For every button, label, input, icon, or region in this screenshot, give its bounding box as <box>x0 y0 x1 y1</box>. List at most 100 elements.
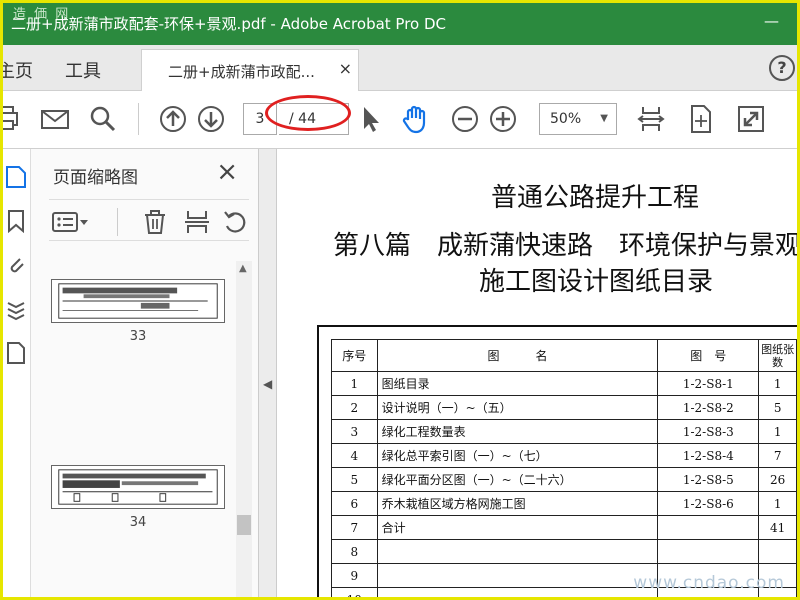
table-cell-count: 26 <box>758 467 797 492</box>
table-row: 7 合计 41 <box>331 515 797 540</box>
table-cell-no: 4 <box>331 443 378 468</box>
tab-tools[interactable]: 工具 <box>65 57 101 83</box>
zoom-in-icon[interactable] <box>487 103 519 135</box>
table-cell-code <box>657 515 760 540</box>
document-tab-label: 二册+成新蒲市政配... <box>168 63 315 81</box>
tab-home[interactable]: 主页 <box>3 57 33 83</box>
toolbar-divider <box>138 103 139 135</box>
annotation-ellipse <box>265 95 351 131</box>
table-cell-no: 5 <box>331 467 378 492</box>
table-cell-name: 设计说明（一）~（五） <box>376 395 659 420</box>
rotate-icon[interactable] <box>221 208 249 236</box>
table-row: 1 图纸目录 1-2-S8-1 1 <box>331 371 797 396</box>
page-thumbnails-icon[interactable] <box>5 165 27 189</box>
table-cell-name: 绿化总平索引图（一）~（七） <box>376 443 659 468</box>
close-tab-icon[interactable]: × <box>339 59 352 78</box>
table-cell-count: 7 <box>758 443 797 468</box>
table-cell-no: 2 <box>331 395 378 420</box>
table-cell-code: 1-2-S8-2 <box>657 395 760 420</box>
thumbnail-page-number: 33 <box>129 329 147 344</box>
table-cell-no: 9 <box>331 563 378 588</box>
table-cell-count <box>758 539 797 564</box>
chevron-down-icon: ▼ <box>600 113 608 124</box>
zoom-level-value: 50% <box>550 111 582 127</box>
table-cell-name: 绿化工程数量表 <box>376 419 659 444</box>
zoom-out-icon[interactable] <box>449 103 481 135</box>
insert-page-icon[interactable] <box>183 208 211 236</box>
main-toolbar: 3 / 44 50% ▼ <box>3 91 797 149</box>
table-cell-name: 绿化平面分区图（一）~（二十六） <box>376 467 659 492</box>
column-header: 序号 <box>331 339 378 372</box>
minimize-button[interactable]: — <box>764 12 779 30</box>
table-cell-name: 图纸目录 <box>376 371 659 396</box>
table-cell-no: 3 <box>331 419 378 444</box>
document-view[interactable]: 普通公路提升工程 第八篇 成新蒲快速路 环境保护与景观设 施工图设计图纸目录 序… <box>277 149 797 597</box>
drawing-index-table: 序号 图 名 图 号 图纸张数 1 图纸目录 1-2-S8-1 1 2 设计说明（一）~（… <box>331 339 797 597</box>
table-cell-code: 1-2-S8-6 <box>657 491 760 516</box>
title-bar: 造 価 网 二册+成新蒲市政配套-环保+景观.pdf - Adobe Acrob… <box>3 3 797 45</box>
document-tab[interactable]: 二册+成新蒲市政配... × <box>141 49 359 91</box>
fit-width-icon[interactable] <box>635 103 667 135</box>
options-menu-icon[interactable] <box>51 208 91 236</box>
table-cell-count: 5 <box>758 395 797 420</box>
full-screen-icon[interactable] <box>735 103 767 135</box>
bookmarks-icon[interactable] <box>5 209 27 234</box>
acrobat-window: 造 価 网 二册+成新蒲市政配套-环保+景观.pdf - Adobe Acrob… <box>3 3 797 597</box>
table-row: 3 绿化工程数量表 1-2-S8-3 1 <box>331 419 797 444</box>
chevron-left-icon: ◀ <box>263 377 273 391</box>
table-row: 6 乔木栽植区域方格网施工图 1-2-S8-6 1 <box>331 491 797 516</box>
table-cell-count: 1 <box>758 491 797 516</box>
panel-toolbar <box>49 199 249 241</box>
table-cell-name <box>376 587 659 597</box>
previous-page-icon[interactable] <box>157 103 189 135</box>
attachments-icon[interactable] <box>5 253 27 277</box>
document-icon[interactable] <box>5 341 27 365</box>
fit-page-icon[interactable] <box>685 103 717 135</box>
table-cell-no: 8 <box>331 539 378 564</box>
panel-collapse-handle[interactable]: ◀ <box>259 149 277 597</box>
window-title: 二册+成新蒲市政配套-环保+景观.pdf - Adobe Acrobat Pro… <box>11 15 447 33</box>
layers-icon[interactable] <box>5 297 27 321</box>
panel-title: 页面缩略图 <box>53 168 138 188</box>
page-thumbnail-33[interactable] <box>51 279 225 323</box>
tab-bar: 主页 工具 二册+成新蒲市政配... × ? <box>3 45 797 91</box>
help-icon[interactable]: ? <box>769 55 795 81</box>
table-cell-name <box>376 539 659 564</box>
table-cell-code <box>657 539 760 564</box>
document-subheading: 第八篇 成新蒲快速路 环境保护与景观设 <box>333 231 797 261</box>
table-cell-code: 1-2-S8-4 <box>657 443 760 468</box>
print-icon[interactable] <box>3 103 23 135</box>
zoom-level-select[interactable]: 50% ▼ <box>539 103 617 135</box>
table-row: 2 设计说明（一）~（五） 1-2-S8-2 5 <box>331 395 797 420</box>
panel-divider <box>117 208 118 236</box>
thumbnail-scrollbar[interactable]: ▲ <box>236 261 252 597</box>
table-cell-code: 1-2-S8-1 <box>657 371 760 396</box>
table-row: 8 <box>331 539 797 564</box>
table-cell-count: 41 <box>758 515 797 540</box>
page-thumbnail-34[interactable] <box>51 465 225 509</box>
table-cell-name <box>376 563 659 588</box>
email-icon[interactable] <box>39 103 71 135</box>
scroll-up-icon[interactable]: ▲ <box>239 263 247 274</box>
search-icon[interactable] <box>87 103 119 135</box>
navigation-rail <box>3 149 31 597</box>
select-cursor-icon[interactable] <box>355 103 387 135</box>
table-cell-no: 1 <box>331 371 378 396</box>
close-panel-icon[interactable]: × <box>216 157 238 187</box>
table-cell-code: 1-2-S8-3 <box>657 419 760 444</box>
trash-icon[interactable] <box>141 208 169 236</box>
document-table-title: 施工图设计图纸目录 <box>479 267 714 297</box>
table-cell-no: 10 <box>331 587 378 597</box>
table-cell-no: 6 <box>331 491 378 516</box>
table-row: 5 绿化平面分区图（一）~（二十六） 1-2-S8-5 26 <box>331 467 797 492</box>
next-page-icon[interactable] <box>195 103 227 135</box>
hand-tool-icon[interactable] <box>399 103 431 135</box>
scrollbar-thumb[interactable] <box>237 515 251 535</box>
table-cell-name: 乔木栽植区域方格网施工图 <box>376 491 659 516</box>
column-header: 图 号 <box>657 339 760 372</box>
table-cell-no: 7 <box>331 515 378 540</box>
column-header: 图 名 <box>376 339 659 372</box>
table-header-row: 序号 图 名 图 号 图纸张数 <box>331 339 797 372</box>
table-cell-count: 1 <box>758 371 797 396</box>
table-cell-code: 1-2-S8-5 <box>657 467 760 492</box>
